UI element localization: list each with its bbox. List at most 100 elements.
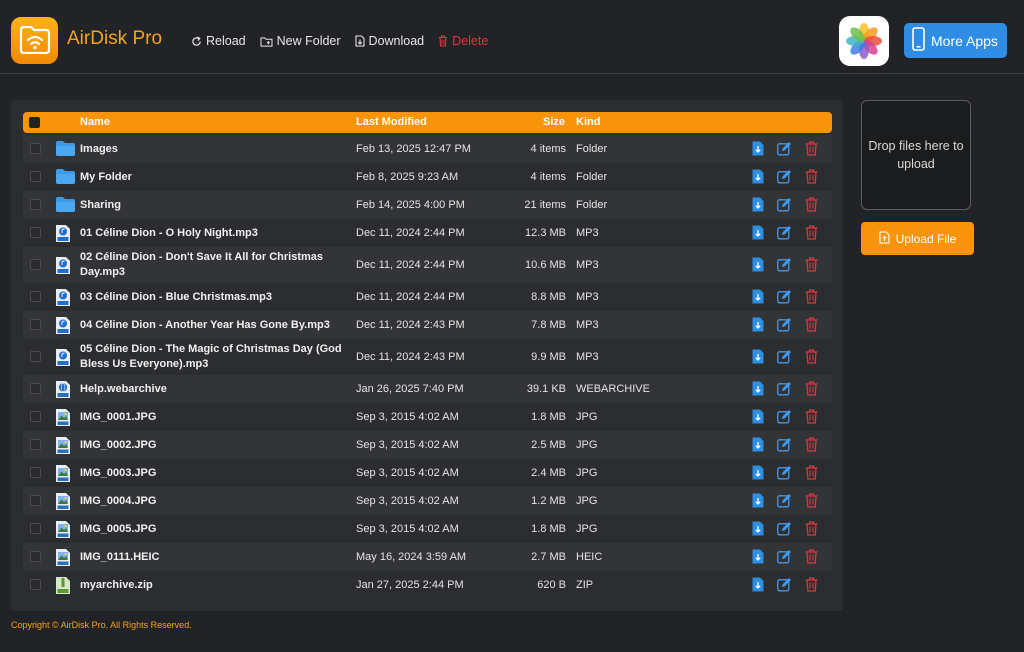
edit-icon[interactable] — [777, 317, 792, 335]
edit-icon[interactable] — [777, 225, 792, 243]
table-row[interactable]: Sharing Feb 14, 2025 4:00 PM 21 items Folde… — [23, 191, 832, 219]
edit-icon[interactable] — [777, 437, 792, 455]
trash-icon[interactable] — [805, 577, 818, 595]
trash-icon[interactable] — [805, 437, 818, 455]
row-checkbox[interactable] — [30, 171, 41, 182]
trash-icon[interactable] — [805, 317, 818, 335]
file-name[interactable]: Help.webarchive — [80, 382, 345, 397]
file-name[interactable]: IMG_0001.JPG — [80, 410, 345, 425]
edit-icon[interactable] — [777, 549, 792, 567]
row-checkbox[interactable] — [30, 579, 41, 590]
trash-icon[interactable] — [805, 349, 818, 367]
edit-icon[interactable] — [777, 197, 792, 215]
row-checkbox[interactable] — [30, 411, 41, 422]
download-file-icon[interactable] — [752, 197, 764, 215]
table-row[interactable]: IMG_0001.JPG Sep 3, 2015 4:02 AM 1.8 MB JPG — [23, 403, 832, 431]
trash-icon[interactable] — [805, 465, 818, 483]
edit-icon[interactable] — [777, 289, 792, 307]
row-checkbox[interactable] — [30, 227, 41, 238]
table-row[interactable]: IMG_0003.JPG Sep 3, 2015 4:02 AM 2.4 MB JPG — [23, 459, 832, 487]
download-file-icon[interactable] — [752, 577, 764, 595]
edit-icon[interactable] — [777, 493, 792, 511]
row-checkbox[interactable] — [30, 259, 41, 270]
photos-app-icon[interactable] — [839, 16, 889, 66]
edit-icon[interactable] — [777, 141, 792, 159]
row-checkbox[interactable] — [30, 467, 41, 478]
row-checkbox[interactable] — [30, 551, 41, 562]
download-file-icon[interactable] — [752, 493, 764, 511]
row-checkbox[interactable] — [30, 523, 41, 534]
trash-icon[interactable] — [805, 289, 818, 307]
trash-icon[interactable] — [805, 409, 818, 427]
table-row[interactable]: 02 Céline Dion - Don't Save It All for C… — [23, 247, 832, 283]
trash-icon[interactable] — [805, 493, 818, 511]
edit-icon[interactable] — [777, 465, 792, 483]
row-checkbox[interactable] — [30, 383, 41, 394]
reload-button[interactable]: Reload — [191, 34, 246, 48]
file-name[interactable]: 01 Céline Dion - O Holy Night.mp3 — [80, 226, 345, 241]
file-name[interactable]: IMG_0002.JPG — [80, 438, 345, 453]
row-checkbox[interactable] — [30, 291, 41, 302]
table-row[interactable]: 03 Céline Dion - Blue Christmas.mp3 Dec 1… — [23, 283, 832, 311]
edit-icon[interactable] — [777, 521, 792, 539]
download-file-icon[interactable] — [752, 437, 764, 455]
download-file-icon[interactable] — [752, 317, 764, 335]
table-row[interactable]: My Folder Feb 8, 2025 9:23 AM 4 items Folde… — [23, 163, 832, 191]
file-name[interactable]: 03 Céline Dion - Blue Christmas.mp3 — [80, 290, 345, 305]
trash-icon[interactable] — [805, 141, 818, 159]
file-name[interactable]: myarchive.zip — [80, 578, 345, 593]
file-name[interactable]: IMG_0004.JPG — [80, 494, 345, 509]
file-name[interactable]: IMG_0111.HEIC — [80, 550, 345, 565]
table-row[interactable]: 01 Céline Dion - O Holy Night.mp3 Dec 11,… — [23, 219, 832, 247]
row-checkbox[interactable] — [30, 319, 41, 330]
row-checkbox[interactable] — [30, 351, 41, 362]
table-row[interactable]: IMG_0004.JPG Sep 3, 2015 4:02 AM 1.2 MB JPG — [23, 487, 832, 515]
edit-icon[interactable] — [777, 257, 792, 275]
table-row[interactable]: Images Feb 13, 2025 12:47 PM 4 items Folder — [23, 135, 832, 163]
download-file-icon[interactable] — [752, 141, 764, 159]
trash-icon[interactable] — [805, 549, 818, 567]
select-all-checkbox[interactable] — [29, 117, 40, 128]
download-file-icon[interactable] — [752, 409, 764, 427]
column-size-header[interactable]: Size — [543, 116, 565, 128]
column-name-header[interactable]: Name — [80, 116, 110, 128]
download-file-icon[interactable] — [752, 349, 764, 367]
trash-icon[interactable] — [805, 257, 818, 275]
row-checkbox[interactable] — [30, 439, 41, 450]
table-row[interactable]: Help.webarchive Jan 26, 2025 7:40 PM 39.1 … — [23, 375, 832, 403]
delete-button[interactable]: Delete — [438, 34, 488, 48]
download-file-icon[interactable] — [752, 169, 764, 187]
new-folder-button[interactable]: New Folder — [260, 34, 341, 48]
download-file-icon[interactable] — [752, 289, 764, 307]
file-name[interactable]: Sharing — [80, 198, 345, 213]
download-file-icon[interactable] — [752, 257, 764, 275]
edit-icon[interactable] — [777, 577, 792, 595]
table-row[interactable]: myarchive.zip Jan 27, 2025 2:44 PM 620 B ZI… — [23, 571, 832, 599]
download-button[interactable]: Download — [354, 34, 424, 48]
upload-file-button[interactable]: Upload File — [861, 222, 974, 255]
column-modified-header[interactable]: Last Modified — [356, 116, 427, 128]
edit-icon[interactable] — [777, 409, 792, 427]
table-row[interactable]: IMG_0002.JPG Sep 3, 2015 4:02 AM 2.5 MB JPG — [23, 431, 832, 459]
download-file-icon[interactable] — [752, 521, 764, 539]
trash-icon[interactable] — [805, 169, 818, 187]
download-file-icon[interactable] — [752, 381, 764, 399]
table-row[interactable]: IMG_0005.JPG Sep 3, 2015 4:02 AM 1.8 MB JPG — [23, 515, 832, 543]
edit-icon[interactable] — [777, 349, 792, 367]
row-checkbox[interactable] — [30, 199, 41, 210]
download-file-icon[interactable] — [752, 465, 764, 483]
file-name[interactable]: 02 Céline Dion - Don't Save It All for C… — [80, 250, 345, 280]
column-kind-header[interactable]: Kind — [576, 116, 600, 128]
file-name[interactable]: IMG_0005.JPG — [80, 522, 345, 537]
file-name[interactable]: 04 Céline Dion - Another Year Has Gone B… — [80, 318, 345, 333]
file-name[interactable]: IMG_0003.JPG — [80, 466, 345, 481]
trash-icon[interactable] — [805, 521, 818, 539]
file-name[interactable]: Images — [80, 142, 345, 157]
download-file-icon[interactable] — [752, 225, 764, 243]
more-apps-button[interactable]: More Apps — [904, 23, 1007, 58]
download-file-icon[interactable] — [752, 549, 764, 567]
table-row[interactable]: 05 Céline Dion - The Magic of Christmas … — [23, 339, 832, 375]
file-name[interactable]: My Folder — [80, 170, 345, 185]
trash-icon[interactable] — [805, 197, 818, 215]
edit-icon[interactable] — [777, 169, 792, 187]
